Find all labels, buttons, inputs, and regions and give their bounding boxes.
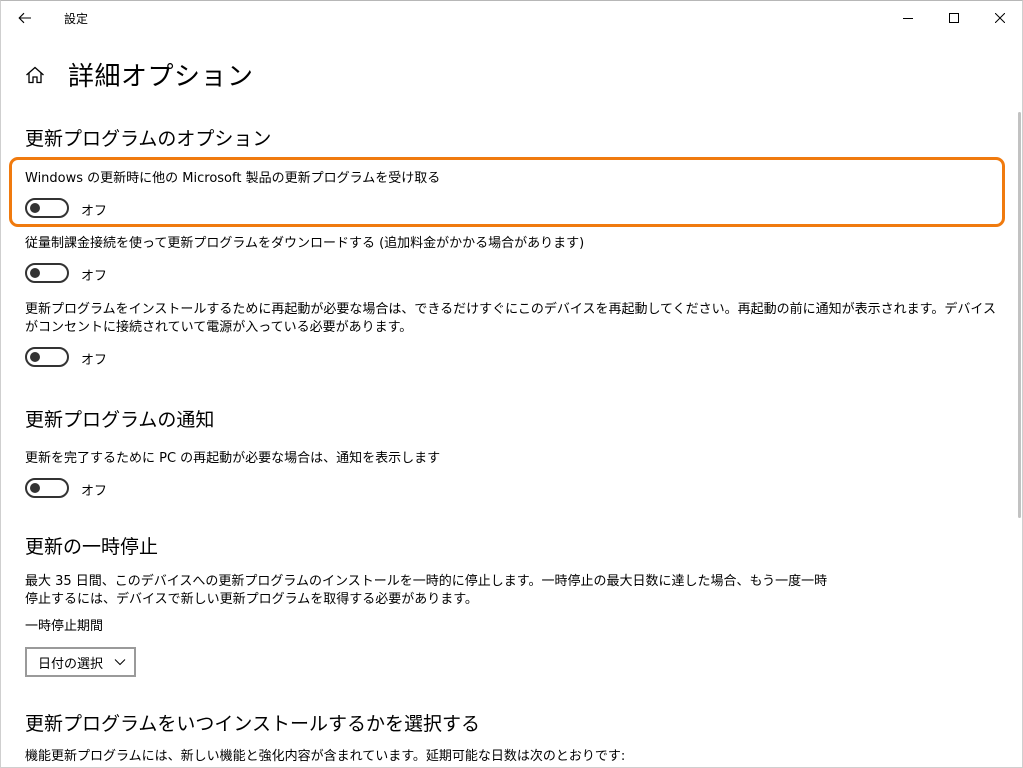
scrollbar-thumb[interactable] bbox=[1018, 112, 1021, 518]
page-title: 詳細オプション bbox=[68, 62, 254, 92]
section-heading-choose-install: 更新プログラムをいつインストールするかを選択する bbox=[25, 713, 481, 735]
minimize-icon bbox=[903, 18, 913, 19]
back-arrow-icon bbox=[18, 12, 31, 24]
option-label-other-products: Windows の更新時に他の Microsoft 製品の更新プログラムを受け取… bbox=[25, 171, 441, 186]
close-button[interactable] bbox=[977, 0, 1023, 36]
window-frame bbox=[0, 0, 1023, 768]
section-heading-notifications: 更新プログラムの通知 bbox=[25, 409, 215, 431]
title-bar: 設定 bbox=[0, 0, 1023, 36]
home-icon bbox=[26, 66, 44, 84]
toggle-other-products[interactable] bbox=[25, 198, 69, 218]
toggle-state-other-products: オフ bbox=[81, 204, 108, 219]
highlight-box bbox=[9, 157, 1005, 227]
minimize-button[interactable] bbox=[885, 0, 931, 36]
choose-install-description: 機能更新プログラムには、新しい機能と強化内容が含まれています。延期可能な日数は次… bbox=[25, 749, 626, 764]
home-button[interactable] bbox=[22, 62, 48, 88]
section-heading-pause: 更新の一時停止 bbox=[25, 536, 159, 558]
toggle-restart-asap[interactable] bbox=[25, 347, 69, 367]
option-label-metered-connection: 従量制課金接続を使って更新プログラムをダウンロードする (追加料金がかかる場合が… bbox=[25, 236, 585, 251]
option-label-restart-asap: 更新プログラムをインストールするために再起動が必要な場合は、できるだけすぐにこの… bbox=[25, 302, 996, 335]
toggle-restart-notification[interactable] bbox=[25, 478, 69, 498]
toggle-knob bbox=[30, 483, 40, 493]
toggle-state-metered-connection: オフ bbox=[81, 269, 108, 284]
maximize-button[interactable] bbox=[931, 0, 977, 36]
pause-period-label: 一時停止期間 bbox=[25, 619, 104, 634]
pause-description: 最大 35 日間、このデバイスへの更新プログラムのインストールを一時的に停止しま… bbox=[25, 574, 828, 607]
toggle-state-restart-asap: オフ bbox=[81, 353, 108, 368]
toggle-state-restart-notification: オフ bbox=[81, 484, 108, 499]
toggle-knob bbox=[30, 352, 40, 362]
maximize-icon bbox=[949, 13, 959, 23]
back-button[interactable] bbox=[8, 4, 42, 32]
chevron-down-icon bbox=[114, 659, 126, 666]
toggle-knob bbox=[30, 203, 40, 213]
toggle-knob bbox=[30, 268, 40, 278]
pause-date-select-value: 日付の選択 bbox=[38, 656, 104, 672]
pause-date-select[interactable]: 日付の選択 bbox=[25, 647, 136, 677]
option-label-restart-notification: 更新を完了するために PC の再起動が必要な場合は、通知を表示します bbox=[25, 451, 441, 466]
close-icon bbox=[995, 13, 1005, 23]
app-title: 設定 bbox=[64, 12, 89, 26]
toggle-metered-connection[interactable] bbox=[25, 263, 69, 283]
section-heading-update-options: 更新プログラムのオプション bbox=[25, 128, 272, 150]
